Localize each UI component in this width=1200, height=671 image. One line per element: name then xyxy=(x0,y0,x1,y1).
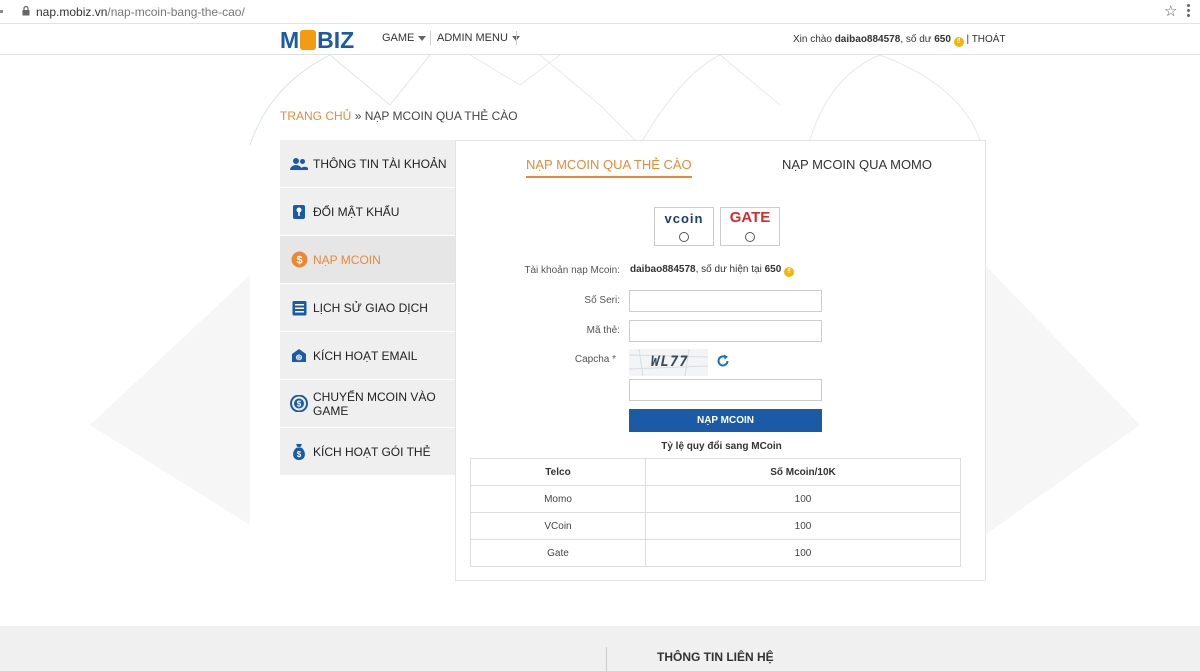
sidebar-item-activate-email[interactable]: @ KÍCH HOẠT EMAIL xyxy=(280,332,455,380)
provider-gate-radio[interactable] xyxy=(745,232,755,242)
gate-logo: GATE xyxy=(729,209,771,226)
caret-down-icon xyxy=(418,36,427,41)
svg-text:@: @ xyxy=(296,356,301,362)
exchange-rate-table: Telco Số Mcoin/10K Momo 100 VCoin 100 Ga… xyxy=(470,458,961,567)
logo-mark-icon xyxy=(300,30,317,50)
site-header: M BIZ GAME ADMIN MENU Xin chào daibao8845… xyxy=(0,24,1200,55)
browser-address-bar: nap.mobiz.vn/nap-mcoin-bang-the-cao/ ☆ xyxy=(0,0,1200,24)
vcoin-logo: vcoin xyxy=(664,211,704,226)
nav-divider xyxy=(516,31,517,45)
table-cell: 100 xyxy=(645,512,961,540)
footer-contact-title: THÔNG TIN LIÊN HỆ xyxy=(657,650,774,664)
account-info: daibao884578, số dư hiện tại 650 ₫ xyxy=(630,264,795,277)
tab-momo[interactable]: NẠP MCOIN QUA MOMO xyxy=(782,157,932,172)
sidebar-item-transaction-history[interactable]: LỊCH SỬ GIAO DỊCH xyxy=(280,284,455,332)
table-row: Gate 100 xyxy=(470,539,961,567)
email-icon: @ xyxy=(290,347,308,365)
breadcrumb: TRANG CHỦ » NẠP MCOIN QUA THẺ CÀO xyxy=(280,109,518,123)
provider-vcoin-radio[interactable] xyxy=(679,232,689,242)
table-cell: VCoin xyxy=(470,512,646,540)
provider-vcoin[interactable]: vcoin xyxy=(654,207,714,246)
key-lock-icon xyxy=(290,203,308,221)
table-cell: 100 xyxy=(645,539,961,567)
sidebar-item-transfer-mcoin[interactable]: $ CHUYỂN MCOIN VÀO GAME xyxy=(280,380,455,428)
main-panel: NẠP MCOIN QUA THẺ CÀO NẠP MCOIN QUA MOMO… xyxy=(455,140,986,581)
card-code-input[interactable] xyxy=(629,320,822,342)
sidebar-item-nap-mcoin[interactable]: $ NẠP MCOIN xyxy=(280,236,455,284)
breadcrumb-current: NẠP MCOIN QUA THẺ CÀO xyxy=(364,109,518,123)
coin-icon: ₫ xyxy=(784,267,795,277)
table-header-cell: Số Mcoin/10K xyxy=(645,458,961,486)
url-path: /nap-mcoin-bang-the-cao/ xyxy=(107,5,245,19)
browser-menu-icon[interactable] xyxy=(1187,4,1191,18)
edge-marker xyxy=(0,10,3,13)
money-bag-icon: $ xyxy=(290,443,308,461)
header-username: daibao884578 xyxy=(834,34,901,45)
account-sidebar: THÔNG TIN TÀI KHOẢN ĐỔI MẬT KHẨU $ NẠP M… xyxy=(280,140,455,476)
table-header-row: Telco Số Mcoin/10K xyxy=(470,458,961,486)
captcha-image: WL77 xyxy=(629,349,708,376)
svg-text:$: $ xyxy=(297,400,302,409)
nav-game[interactable]: GAME xyxy=(382,32,427,44)
sidebar-item-change-password[interactable]: ĐỔI MẬT KHẨU xyxy=(280,188,455,236)
refresh-captcha-icon[interactable] xyxy=(716,354,730,368)
account-label: Tài khoản nạp Mcoin: xyxy=(524,265,620,276)
mobiz-logo[interactable]: M BIZ xyxy=(280,27,354,54)
footer-divider xyxy=(606,647,607,671)
nav-admin-menu[interactable]: ADMIN MENU xyxy=(437,32,520,44)
account-balance: 650 xyxy=(764,264,782,275)
coin-icon: ₫ xyxy=(953,37,964,47)
serial-label: Số Seri: xyxy=(584,295,620,306)
provider-gate[interactable]: GATE xyxy=(720,207,780,246)
svg-text:$: $ xyxy=(296,255,302,267)
nav-divider xyxy=(430,31,431,45)
header-balance: 650 xyxy=(934,34,951,45)
rate-table-title: Tỷ lệ quy đổi sang MCoin xyxy=(661,441,782,452)
table-cell: 100 xyxy=(645,485,961,513)
svg-text:$: $ xyxy=(297,450,302,459)
lock-icon xyxy=(22,6,30,16)
users-icon xyxy=(290,155,308,173)
transfer-icon: $ xyxy=(290,395,308,413)
table-row: Momo 100 xyxy=(470,485,961,513)
bookmark-star-icon[interactable]: ☆ xyxy=(1164,2,1177,20)
table-row: VCoin 100 xyxy=(470,512,961,540)
table-cell: Momo xyxy=(470,485,646,513)
card-code-label: Mã thẻ: xyxy=(586,325,620,336)
breadcrumb-separator: » xyxy=(354,109,362,123)
account-username: daibao884578 xyxy=(630,264,696,275)
captcha-label: Capcha * xyxy=(574,354,616,365)
sidebar-item-account-info[interactable]: THÔNG TIN TÀI KHOẢN xyxy=(280,140,455,188)
site-footer: THÔNG TIN LIÊN HỆ xyxy=(0,626,1200,671)
captcha-text: WL77 xyxy=(651,354,689,370)
url-domain: nap.mobiz.vn xyxy=(36,5,108,19)
captcha-input[interactable] xyxy=(629,379,822,401)
table-cell: Gate xyxy=(470,539,646,567)
logout-link[interactable]: | THOÁT xyxy=(967,34,1006,45)
breadcrumb-home[interactable]: TRANG CHỦ xyxy=(280,109,351,123)
list-icon xyxy=(290,299,308,317)
user-greeting: Xin chào daibao884578, số dư 650 ₫ | THO… xyxy=(793,34,1006,47)
serial-input[interactable] xyxy=(629,290,822,312)
table-header-cell: Telco xyxy=(470,458,646,486)
url-field[interactable]: nap.mobiz.vn/nap-mcoin-bang-the-cao/ xyxy=(36,5,245,19)
sidebar-item-activate-card-package[interactable]: $ KÍCH HOẠT GÓI THẺ xyxy=(280,428,455,476)
tab-scratch-card[interactable]: NẠP MCOIN QUA THẺ CÀO xyxy=(526,157,692,178)
nap-mcoin-submit-button[interactable]: NẠP MCOIN xyxy=(629,409,822,432)
dollar-circle-icon: $ xyxy=(290,251,308,269)
